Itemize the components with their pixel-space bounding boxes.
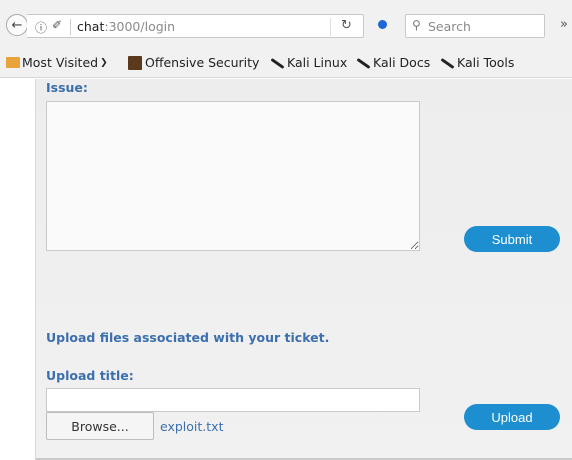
url-text[interactable]: chat:3000/login [77, 19, 175, 34]
url-separator [70, 19, 71, 35]
reload-icon[interactable]: ↻ [341, 18, 352, 33]
reload-separator [330, 18, 331, 36]
search-bar[interactable]: ⚲ Search [405, 14, 545, 38]
key-icon[interactable]: ✐ [52, 18, 62, 32]
issue-label: Issue: [46, 80, 88, 95]
search-placeholder: Search [428, 19, 471, 34]
bookmark-label: Offensive Security [145, 55, 260, 70]
submit-button[interactable]: Submit [464, 226, 560, 252]
url-host: chat [77, 19, 105, 34]
search-icon: ⚲ [412, 18, 421, 32]
bookmark-kali-linux[interactable]: Kali Linux [270, 55, 347, 70]
selected-file-name: exploit.txt [160, 419, 224, 434]
bookmark-label: Kali Linux [287, 55, 348, 70]
kali-dragon-icon [440, 57, 454, 69]
info-icon[interactable]: ⓘ [35, 19, 47, 36]
upload-button[interactable]: Upload [464, 404, 560, 430]
chevron-down-icon: ❯ [100, 57, 108, 68]
pocket-icon[interactable] [378, 20, 387, 29]
bookmarks-bar: Most Visited ❯ Offensive Security Kali L… [0, 48, 572, 78]
upload-title-label: Upload title: [46, 368, 134, 383]
upload-heading: Upload files associated with your ticket… [46, 330, 330, 345]
bookmark-label: Kali Tools [457, 55, 515, 70]
browse-button[interactable]: Browse... [46, 412, 154, 440]
bookmark-offensive-security[interactable]: Offensive Security [128, 55, 259, 70]
issue-textarea[interactable] [46, 101, 420, 251]
browser-toolbar: ← ⓘ ✐ chat:3000/login ↻ ⚲ Search » [0, 0, 572, 48]
bookmark-kali-docs[interactable]: Kali Docs [356, 55, 430, 70]
bookmark-label: Most Visited [22, 55, 99, 70]
upload-title-input[interactable] [46, 388, 420, 412]
bookmark-most-visited[interactable]: Most Visited ❯ [6, 55, 108, 70]
offsec-icon [128, 55, 142, 70]
url-path: :3000/login [104, 19, 176, 34]
back-arrow-icon[interactable]: ← [6, 14, 28, 36]
kali-dragon-icon [270, 57, 284, 69]
bookmark-label: Kali Docs [373, 55, 431, 70]
folder-icon [6, 57, 20, 68]
bookmark-kali-tools[interactable]: Kali Tools [440, 55, 514, 70]
url-bar[interactable]: ⓘ ✐ chat:3000/login ↻ [27, 14, 364, 38]
overflow-icon[interactable]: » [560, 17, 568, 32]
kali-dragon-icon [356, 57, 370, 69]
left-margin [0, 79, 36, 460]
